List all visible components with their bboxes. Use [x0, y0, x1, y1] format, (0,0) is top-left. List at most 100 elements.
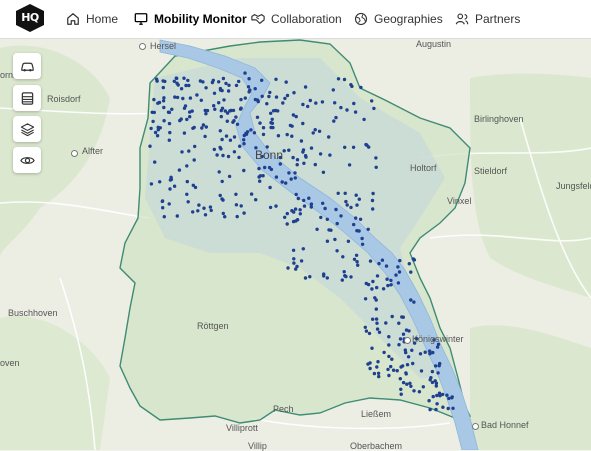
vehicle-dot[interactable] — [161, 85, 165, 90]
vehicle-dot[interactable] — [211, 78, 215, 82]
vehicle-dot[interactable] — [364, 329, 369, 333]
vehicle-dot[interactable] — [389, 283, 393, 287]
vehicle-dot[interactable] — [247, 77, 251, 81]
vehicle-dot[interactable] — [287, 171, 291, 175]
vehicle-dot[interactable] — [185, 179, 189, 184]
vehicle-dot[interactable] — [285, 222, 289, 226]
vehicle-dot[interactable] — [299, 139, 304, 143]
nav-collaboration[interactable]: Collaboration — [251, 10, 342, 28]
vehicle-dot[interactable] — [339, 105, 343, 110]
vehicle-dot[interactable] — [201, 80, 205, 84]
vehicle-dot[interactable] — [185, 164, 189, 168]
vehicle-dot[interactable] — [269, 125, 273, 130]
vehicle-dot[interactable] — [433, 364, 438, 368]
vehicle-dot[interactable] — [375, 321, 379, 325]
vehicle-dot[interactable] — [363, 297, 368, 301]
vehicle-dot[interactable] — [204, 112, 208, 116]
vehicle-dot[interactable] — [417, 390, 422, 394]
vehicle-dot[interactable] — [263, 165, 267, 170]
vehicle-dot[interactable] — [257, 166, 261, 171]
vehicle-dot[interactable] — [205, 108, 210, 113]
vehicle-dot[interactable] — [292, 210, 296, 214]
vehicle-dot[interactable] — [354, 253, 359, 257]
vehicle-dot[interactable] — [430, 369, 435, 374]
vehicle-dot[interactable] — [156, 125, 160, 129]
vehicle-dot[interactable] — [353, 110, 358, 114]
vehicle-dot[interactable] — [411, 361, 415, 366]
vehicle-dot[interactable] — [441, 405, 445, 409]
vehicle-dot[interactable] — [255, 115, 260, 120]
vehicle-dot[interactable] — [419, 369, 424, 373]
vehicle-dot[interactable] — [181, 96, 185, 101]
vehicle-dot[interactable] — [395, 369, 399, 373]
vehicle-dot[interactable] — [238, 144, 242, 148]
vehicle-dot[interactable] — [185, 117, 189, 122]
vehicle-dot[interactable] — [374, 156, 378, 160]
vehicle-dot[interactable] — [295, 163, 299, 167]
vehicle-dot[interactable] — [219, 114, 223, 119]
vehicle-dot[interactable] — [161, 206, 165, 210]
vehicle-dot[interactable] — [269, 121, 273, 125]
vehicle-dot[interactable] — [340, 278, 344, 282]
vehicle-dot[interactable] — [217, 101, 221, 105]
map-view[interactable] — [0, 38, 591, 450]
vehicle-dot[interactable] — [355, 260, 359, 264]
vehicle-dot[interactable] — [182, 131, 187, 135]
vehicle-dot[interactable] — [325, 239, 330, 243]
vehicle-dot[interactable] — [212, 104, 216, 108]
vehicle-dot[interactable] — [349, 205, 353, 210]
vehicle-dot[interactable] — [429, 376, 433, 380]
vehicle-dot[interactable] — [350, 84, 354, 89]
vehicle-dot[interactable] — [367, 145, 371, 149]
vehicle-dot[interactable] — [215, 153, 219, 157]
vehicle-dot[interactable] — [268, 90, 272, 95]
vehicle-dot[interactable] — [209, 208, 213, 213]
vehicle-dot[interactable] — [224, 81, 228, 86]
vehicle-dot[interactable] — [167, 121, 172, 126]
vehicle-dot[interactable] — [281, 101, 285, 105]
vehicle-dot[interactable] — [222, 98, 226, 102]
vehicle-dot[interactable] — [268, 185, 272, 190]
vehicle-dot[interactable] — [445, 393, 449, 397]
vehicle-dot[interactable] — [399, 392, 403, 396]
vehicle-dot[interactable] — [260, 94, 264, 98]
vehicle-dot[interactable] — [451, 406, 455, 410]
vehicle-dot[interactable] — [252, 131, 257, 135]
vehicle-dot[interactable] — [343, 191, 347, 195]
vehicle-dot[interactable] — [401, 380, 406, 385]
vehicle-dot[interactable] — [332, 119, 336, 123]
vehicle-dot[interactable] — [185, 192, 189, 196]
vehicle-dot[interactable] — [292, 91, 296, 95]
vehicle-dot[interactable] — [167, 138, 171, 142]
vehicle-dot[interactable] — [299, 259, 304, 263]
vehicle-dot[interactable] — [397, 270, 402, 274]
vehicle-dot[interactable] — [188, 115, 192, 119]
vehicle-dot[interactable] — [352, 222, 356, 227]
vehicle-dot[interactable] — [409, 270, 413, 274]
vehicle-dot[interactable] — [377, 330, 382, 334]
map-layers-button[interactable] — [13, 116, 41, 142]
vehicle-dot[interactable] — [253, 87, 257, 91]
vehicle-dot[interactable] — [401, 364, 405, 368]
vehicle-dot[interactable] — [217, 80, 221, 84]
vehicle-dot[interactable] — [254, 198, 258, 202]
vehicle-dot[interactable] — [336, 77, 341, 81]
vehicle-dot[interactable] — [258, 121, 262, 125]
vehicle-dot[interactable] — [302, 204, 307, 208]
vehicle-dot[interactable] — [356, 263, 360, 267]
vehicle-dot[interactable] — [199, 98, 203, 102]
vehicle-dot[interactable] — [341, 255, 345, 259]
vehicle-dot[interactable] — [154, 77, 159, 81]
vehicle-dot[interactable] — [213, 107, 217, 112]
vehicle-dot[interactable] — [228, 138, 233, 142]
vehicle-dot[interactable] — [360, 242, 365, 246]
vehicle-dot[interactable] — [371, 279, 375, 284]
vehicle-dot[interactable] — [370, 287, 374, 291]
vehicle-dot[interactable] — [380, 258, 385, 262]
vehicle-dot[interactable] — [249, 128, 253, 132]
vehicle-dot[interactable] — [267, 94, 271, 99]
vehicle-dot[interactable] — [242, 168, 246, 173]
vehicle-dot[interactable] — [202, 206, 206, 210]
vehicle-dot[interactable] — [200, 126, 204, 130]
vehicle-dot[interactable] — [346, 239, 351, 243]
